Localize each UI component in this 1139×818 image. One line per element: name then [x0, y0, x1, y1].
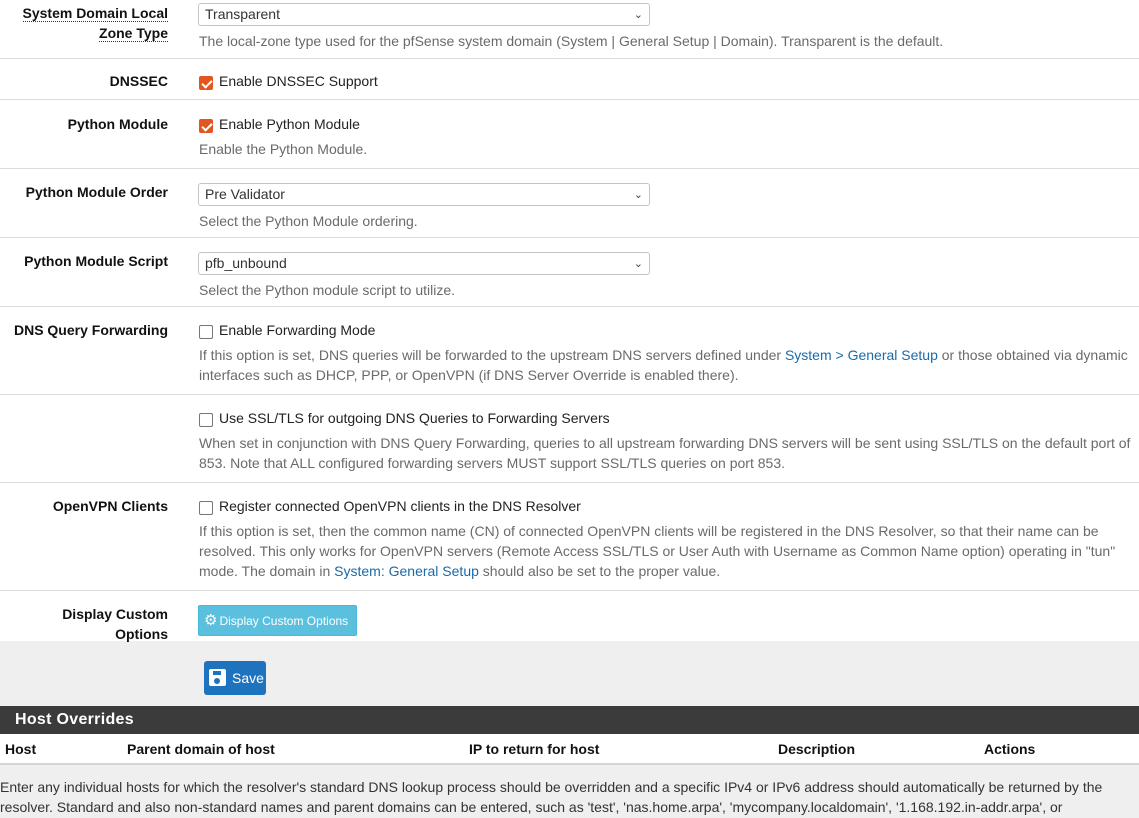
openvpn-help: If this option is set, then the common n…	[199, 523, 1116, 579]
column-header-parent-domain: Parent domain of host	[127, 741, 275, 757]
python-script-row: Python Module Script pfb_unbound ⌄ Selec…	[0, 238, 1139, 307]
chevron-down-icon: ⌄	[633, 258, 643, 270]
ssl-tls-checkbox-label[interactable]: Use SSL/TLS for outgoing DNS Queries to …	[219, 408, 610, 428]
openvpn-checkbox-label[interactable]: Register connected OpenVPN clients in th…	[219, 496, 581, 516]
python-order-label: Python Module Order	[25, 184, 168, 200]
openvpn-label: OpenVPN Clients	[52, 498, 168, 514]
gear-icon: ⚙	[204, 612, 218, 629]
zone-type-row: System Domain Local Zone Type Transparen…	[0, 0, 1139, 59]
general-setup-link[interactable]: System > General Setup	[785, 347, 938, 363]
python-module-checkbox-label[interactable]: Enable Python Module	[219, 114, 360, 134]
zone-type-label[interactable]: System Domain Local Zone Type	[8, 3, 168, 43]
openvpn-checkbox[interactable]	[199, 501, 213, 515]
zone-type-help: The local-zone type used for the pfSense…	[199, 33, 944, 49]
host-overrides-table-header: Host Parent domain of host IP to return …	[0, 734, 1139, 765]
dnssec-checkbox[interactable]	[199, 76, 213, 90]
dnssec-row: DNSSEC Enable DNSSEC Support	[0, 59, 1139, 100]
floppy-icon	[209, 669, 226, 687]
column-header-actions: Actions	[984, 741, 1036, 757]
python-module-help: Enable the Python Module.	[199, 141, 368, 157]
python-script-help: Select the Python module script to utili…	[199, 282, 456, 298]
host-overrides-header: Host Overrides	[0, 706, 1139, 734]
chevron-down-icon: ⌄	[633, 189, 643, 201]
python-script-label: Python Module Script	[24, 253, 168, 269]
ssl-tls-help: When set in conjunction with DNS Query F…	[199, 435, 1131, 471]
custom-options-label: Display Custom Options	[62, 606, 168, 642]
python-module-checkbox[interactable]	[199, 119, 213, 133]
dnssec-label: DNSSEC	[109, 73, 168, 89]
python-order-help: Select the Python Module ordering.	[199, 213, 418, 229]
host-overrides-help: Enter any individual hosts for which the…	[0, 779, 1103, 815]
dnssec-checkbox-label[interactable]: Enable DNSSEC Support	[219, 71, 378, 91]
column-header-description: Description	[778, 741, 856, 757]
ssl-tls-checkbox[interactable]	[199, 413, 213, 427]
python-order-row: Python Module Order Pre Validator ⌄ Sele…	[0, 169, 1139, 238]
python-order-select[interactable]: Pre Validator ⌄	[198, 183, 650, 206]
ssl-tls-row: Use SSL/TLS for outgoing DNS Queries to …	[0, 395, 1139, 483]
forwarding-label: DNS Query Forwarding	[13, 322, 168, 338]
zone-type-select[interactable]: Transparent ⌄	[198, 3, 650, 26]
forwarding-checkbox-label[interactable]: Enable Forwarding Mode	[219, 320, 375, 340]
python-module-row: Python Module Enable Python Module Enabl…	[0, 100, 1139, 169]
chevron-down-icon: ⌄	[633, 9, 643, 21]
openvpn-row: OpenVPN Clients Register connected OpenV…	[0, 483, 1139, 591]
display-custom-options-button[interactable]: ⚙ Display Custom Options	[198, 605, 357, 636]
python-module-label: Python Module	[67, 116, 168, 132]
column-header-host: Host	[5, 741, 37, 757]
save-button[interactable]: Save	[204, 661, 266, 695]
forwarding-row: DNS Query Forwarding Enable Forwarding M…	[0, 307, 1139, 395]
forwarding-checkbox[interactable]	[199, 325, 213, 339]
system-general-setup-link[interactable]: System: General Setup	[334, 563, 479, 579]
column-header-ip: IP to return for host	[469, 741, 600, 757]
forwarding-help: If this option is set, DNS queries will …	[199, 347, 1128, 383]
resolver-settings-panel: System Domain Local Zone Type Transparen…	[0, 0, 1139, 642]
python-script-select[interactable]: pfb_unbound ⌄	[198, 252, 650, 275]
